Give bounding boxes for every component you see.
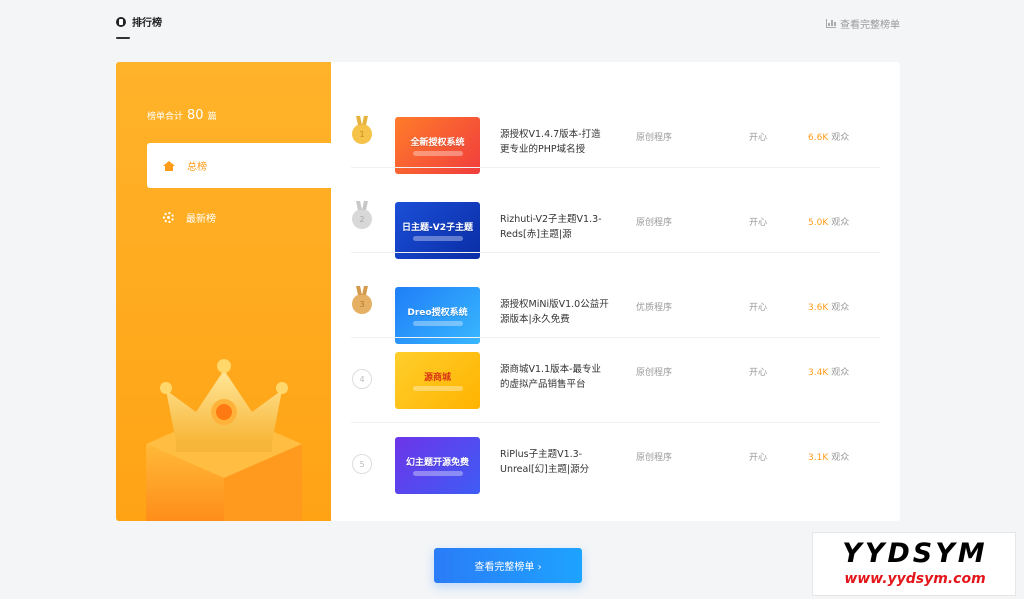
view-count: 5.0K 观众 [808, 215, 849, 228]
view-count-value: 5.0K [808, 218, 829, 228]
view-count: 3.4K 观众 [808, 365, 849, 378]
post-title-link[interactable]: 源商城V1.1版本-最专业的虚拟产品销售平台 [500, 362, 610, 392]
post-title-link[interactable]: RiPlus子主题V1.3-Unreal[幻]主题|源分 [500, 447, 610, 477]
thumbnail-subtitle-bar [412, 386, 463, 391]
thumbnail-text: 源商城 [423, 373, 451, 383]
total-count: 80 [187, 108, 204, 123]
crown-illustration [146, 359, 302, 521]
total-label: 榜单合计 [147, 112, 184, 122]
view-count-unit: 观众 [831, 303, 850, 313]
category-link[interactable]: 原创程序 [636, 365, 672, 378]
table-row: 3 Dreo授权系统 源授权MiNi版V1.0公益开源版本|永久免费 优质程序 … [331, 252, 900, 344]
post-thumbnail[interactable]: 源商城 [395, 352, 480, 409]
ranking-total: 榜单合计 80 篇 [147, 108, 217, 123]
watermark-logo: YYDSYM www.yydsym.com [812, 532, 1016, 596]
view-count-value: 3.1K [808, 453, 829, 463]
nav-item-overall[interactable]: 总榜 [147, 143, 331, 188]
title-underline [116, 37, 130, 39]
ranking-list: 1 全新授权系统 源授权V1.4.7版本-打造更专业的PHP域名授 原创程序 开… [331, 62, 900, 521]
table-row: 2 日主题-V2子主题 Rizhuti-V2子主题V1.3-Reds[赤]主题|… [331, 167, 900, 259]
rank-badge: 4 [352, 369, 372, 389]
view-full-ranking-button[interactable]: 查看完整榜单 › [434, 548, 582, 583]
silver-medal-icon: 2 [352, 209, 372, 229]
section-header: 排行榜 查看完整榜单 [116, 14, 900, 40]
table-row: 5 幻主题开源免费 RiPlus子主题V1.3-Unreal[幻]主题|源分 原… [331, 422, 900, 507]
table-row: 1 全新授权系统 源授权V1.4.7版本-打造更专业的PHP域名授 原创程序 开… [331, 82, 900, 174]
total-unit: 篇 [207, 112, 217, 122]
author-link[interactable]: 开心 [749, 215, 767, 228]
thumbnail-text: 全新授权系统 [410, 138, 465, 148]
post-thumbnail[interactable]: 全新授权系统 [395, 117, 480, 174]
category-link[interactable]: 原创程序 [636, 450, 672, 463]
author-link[interactable]: 开心 [749, 130, 767, 143]
nav-item-label: 总榜 [187, 162, 207, 173]
thumbnail-text: 日主题-V2子主题 [402, 223, 473, 233]
post-title-link[interactable]: Rizhuti-V2子主题V1.3-Reds[赤]主题|源 [500, 212, 610, 242]
post-thumbnail[interactable]: Dreo授权系统 [395, 287, 480, 344]
category-link[interactable]: 原创程序 [636, 130, 672, 143]
ranking-sidebar: 榜单合计 80 篇 总榜 最新榜 [116, 62, 331, 521]
bronze-medal-icon: 3 [352, 294, 372, 314]
table-row: 4 源商城 源商城V1.1版本-最专业的虚拟产品销售平台 原创程序 开心 3.4… [331, 337, 900, 422]
author-link[interactable]: 开心 [749, 450, 767, 463]
post-title-link[interactable]: 源授权MiNi版V1.0公益开源版本|永久免费 [500, 297, 610, 327]
trophy-icon [116, 16, 126, 27]
view-count: 3.6K 观众 [808, 300, 849, 313]
post-title-link[interactable]: 源授权V1.4.7版本-打造更专业的PHP域名授 [500, 127, 610, 157]
view-full-ranking-link[interactable]: 查看完整榜单 [826, 16, 900, 31]
nav-item-latest[interactable]: 最新榜 [147, 195, 331, 240]
view-count-unit: 观众 [831, 218, 850, 228]
view-count-unit: 观众 [831, 133, 850, 143]
post-thumbnail[interactable]: 幻主题开源免费 [395, 437, 480, 494]
category-link[interactable]: 优质程序 [636, 300, 672, 313]
thumbnail-subtitle-bar [412, 471, 463, 476]
thumbnail-subtitle-bar [412, 321, 463, 326]
ranking-panel: 榜单合计 80 篇 总榜 最新榜 1 全新授权系统 源授权V1.4.7版本-打造… [116, 62, 900, 521]
bar-chart-icon [826, 19, 836, 28]
thumbnail-text: 幻主题开源免费 [405, 458, 469, 468]
thumbnail-subtitle-bar [412, 236, 463, 241]
author-link[interactable]: 开心 [749, 300, 767, 313]
home-icon [163, 160, 175, 171]
view-count-value: 6.6K [808, 133, 829, 143]
view-full-ranking-label: 查看完整榜单 [840, 20, 900, 31]
view-count: 3.1K 观众 [808, 450, 849, 463]
section-title: 排行榜 [116, 14, 162, 29]
rank-badge: 5 [352, 454, 372, 474]
author-link[interactable]: 开心 [749, 365, 767, 378]
watermark-brand: YYDSYM [842, 538, 988, 569]
nav-item-label: 最新榜 [186, 214, 216, 225]
gear-icon [163, 212, 174, 223]
thumbnail-text: Dreo授权系统 [407, 308, 468, 318]
watermark-url: www.yydsym.com [844, 571, 986, 587]
category-link[interactable]: 原创程序 [636, 215, 672, 228]
view-count-value: 3.4K [808, 368, 829, 378]
thumbnail-subtitle-bar [412, 151, 463, 156]
gold-medal-icon: 1 [352, 124, 372, 144]
view-count-unit: 观众 [831, 368, 850, 378]
view-count-unit: 观众 [831, 453, 850, 463]
post-thumbnail[interactable]: 日主题-V2子主题 [395, 202, 480, 259]
section-title-text: 排行榜 [132, 18, 162, 29]
view-count-value: 3.6K [808, 303, 829, 313]
view-count: 6.6K 观众 [808, 130, 849, 143]
